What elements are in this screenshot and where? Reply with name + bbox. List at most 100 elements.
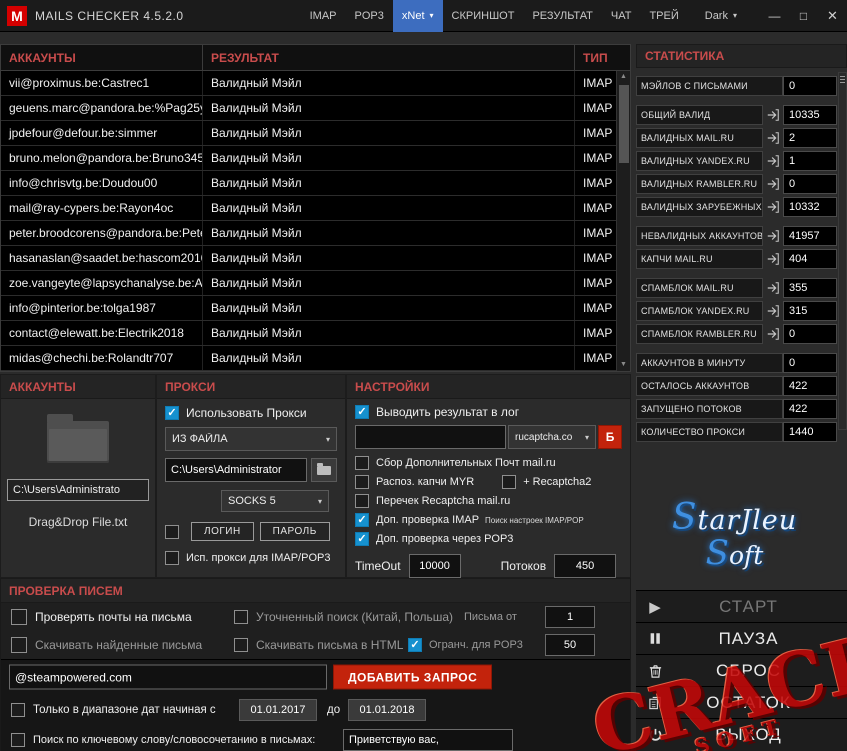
menu-screenshot[interactable]: СКРИНШОТ (443, 0, 524, 32)
menu-result[interactable]: РЕЗУЛЬТАТ (523, 0, 601, 32)
table-row[interactable]: jpdefour@defour.be:simmerВалидный МэйлIM… (1, 121, 630, 146)
table-row[interactable]: vii@proximus.be:Castrec1Валидный МэйлIMA… (1, 71, 630, 96)
proxy-type-dropdown[interactable]: SOCKS 5 ▾ (221, 490, 329, 512)
stat-value: 41957 (783, 226, 837, 246)
imap-check-checkbox[interactable]: ✓ (355, 513, 369, 527)
table-row[interactable]: mail@ray-cypers.be:Rayon4ocВалидный Мэйл… (1, 196, 630, 221)
remainder-button[interactable]: ОСТАТОК (636, 687, 847, 719)
check-mail-checkbox[interactable] (11, 609, 27, 625)
keyword-input[interactable] (343, 729, 513, 751)
exit-button[interactable]: ВЫХОД (636, 719, 847, 751)
captcha-service-dropdown[interactable]: rucaptcha.co ▾ (508, 425, 596, 449)
folder-icon[interactable] (47, 421, 109, 463)
threads-input[interactable] (554, 554, 616, 578)
column-header-accounts[interactable]: АККАУНТЫ (1, 45, 203, 70)
export-button[interactable] (763, 301, 783, 321)
cell-result: Валидный Мэйл (203, 221, 575, 245)
maximize-button[interactable]: □ (789, 0, 818, 32)
table-row[interactable]: info@pinterior.be:tolga1987Валидный Мэйл… (1, 296, 630, 321)
column-header-type[interactable]: ТИП (575, 45, 630, 70)
accounts-file-path[interactable]: C:\Users\Administrato (7, 479, 149, 501)
table-row[interactable]: hasanaslan@saadet.be:hascom2016Валидный … (1, 246, 630, 271)
letters-from-input[interactable] (545, 606, 595, 628)
balance-button[interactable]: Б (598, 425, 622, 449)
table-row[interactable]: contact@elewatt.be:Electrik2018Валидный … (1, 321, 630, 346)
table-header: АККАУНТЫ РЕЗУЛЬТАТ ТИП (1, 45, 630, 71)
pause-button[interactable]: ПАУЗА (636, 623, 847, 655)
export-button[interactable] (763, 226, 783, 246)
table-row[interactable]: midas@chechi.be:Rolandtr707Валидный Мэйл… (1, 346, 630, 371)
download-found-checkbox[interactable] (11, 637, 27, 653)
scroll-up-icon[interactable]: ▲ (620, 71, 627, 83)
recognize-captcha-checkbox[interactable] (355, 475, 369, 489)
proxy-password-button[interactable]: ПАРОЛЬ (260, 522, 330, 541)
date-from-input[interactable] (239, 699, 317, 721)
menu-imap[interactable]: IMAP (301, 0, 346, 32)
table-row[interactable]: info@chrisvtg.be:Doudou00Валидный МэйлIM… (1, 171, 630, 196)
date-to-input[interactable] (348, 699, 426, 721)
export-button[interactable] (763, 197, 783, 217)
check-icon: ✓ (167, 408, 176, 419)
table-row[interactable]: peter.broodcorens@pandora.be:PeteВалидны… (1, 221, 630, 246)
cell-account: contact@elewatt.be:Electrik2018 (1, 321, 203, 345)
cell-account: info@pinterior.be:tolga1987 (1, 296, 203, 320)
table-row[interactable]: bruno.melon@pandora.be:Bruno345Валидный … (1, 146, 630, 171)
proxy-login-button[interactable]: ЛОГИН (191, 522, 254, 541)
log-output-checkbox[interactable]: ✓ (355, 405, 369, 419)
theme-dropdown[interactable]: Dark ▾ (696, 0, 746, 32)
export-button[interactable] (763, 249, 783, 269)
menu-xnet[interactable]: xNet ▾ (393, 0, 443, 32)
proxy-imap-pop3-checkbox[interactable] (165, 551, 179, 565)
use-proxy-label: Использовать Прокси (186, 406, 307, 420)
pause-label: ПАУЗА (674, 629, 847, 649)
timeout-label: TimeOut (355, 559, 401, 573)
date-range-checkbox[interactable] (11, 703, 25, 717)
stat-row: КАПЧИ MAIL.RU 404 (636, 249, 847, 269)
refined-search-checkbox[interactable] (234, 610, 248, 624)
date-to-label: до (327, 704, 340, 716)
pop3-check-checkbox[interactable]: ✓ (355, 532, 369, 546)
use-proxy-checkbox[interactable]: ✓ (165, 406, 179, 420)
export-button[interactable] (763, 105, 783, 125)
collect-mailru-checkbox[interactable] (355, 456, 369, 470)
scroll-down-icon[interactable]: ▼ (620, 359, 627, 371)
reset-button[interactable]: СБРОС (636, 655, 847, 687)
recaptcha2-checkbox[interactable] (502, 475, 516, 489)
download-html-checkbox[interactable] (234, 638, 248, 652)
pop3-limit-checkbox[interactable]: ✓ (408, 638, 422, 652)
table-scrollbar[interactable]: ▲ ▼ (616, 71, 630, 371)
proxy-file-path-input[interactable] (165, 458, 307, 482)
add-query-button[interactable]: ДОБАВИТЬ ЗАПРОС (333, 665, 492, 690)
keyword-search-checkbox[interactable] (11, 733, 25, 747)
column-header-result[interactable]: РЕЗУЛЬТАТ (203, 45, 575, 70)
table-row[interactable]: zoe.vangeyte@lapsychanalyse.be:AdВалидны… (1, 271, 630, 296)
minimize-button[interactable]: — (760, 0, 789, 32)
menu-pop3[interactable]: POP3 (346, 0, 393, 32)
cell-result: Валидный Мэйл (203, 71, 575, 95)
captcha-key-input[interactable] (355, 425, 506, 449)
query-input[interactable] (9, 665, 327, 690)
close-button[interactable]: ✕ (818, 0, 847, 32)
menu-tray[interactable]: ТРЕЙ (640, 0, 687, 32)
export-button[interactable] (763, 174, 783, 194)
proxy-auth-checkbox[interactable] (165, 525, 179, 539)
export-button[interactable] (763, 151, 783, 171)
scrollbar-thumb[interactable] (619, 85, 629, 163)
proxy-source-value: ИЗ ФАЙЛА (172, 433, 322, 445)
timeout-input[interactable] (409, 554, 461, 578)
recheck-recaptcha-checkbox[interactable] (355, 494, 369, 508)
browse-folder-button[interactable] (311, 458, 337, 482)
date-range-label: Только в диапазоне дат начиная с (33, 704, 216, 716)
proxy-source-dropdown[interactable]: ИЗ ФАЙЛА ▾ (165, 427, 337, 451)
start-button[interactable]: ▶ СТАРТ (636, 591, 847, 623)
table-row[interactable]: geuens.marc@pandora.be:%Pag25yzВалидный … (1, 96, 630, 121)
sidebar-scrollbar[interactable] (838, 72, 847, 430)
menu-chat[interactable]: ЧАТ (602, 0, 641, 32)
export-button[interactable] (763, 278, 783, 298)
stat-row: НЕВАЛИДНЫХ АККАУНТОВ 41957 (636, 226, 847, 246)
export-button[interactable] (763, 324, 783, 344)
pop3-limit-input[interactable] (545, 634, 595, 656)
app-logo-icon: M (7, 6, 27, 26)
stat-row: СПАМБЛОК MAIL.RU 355 (636, 278, 847, 298)
export-button[interactable] (763, 128, 783, 148)
